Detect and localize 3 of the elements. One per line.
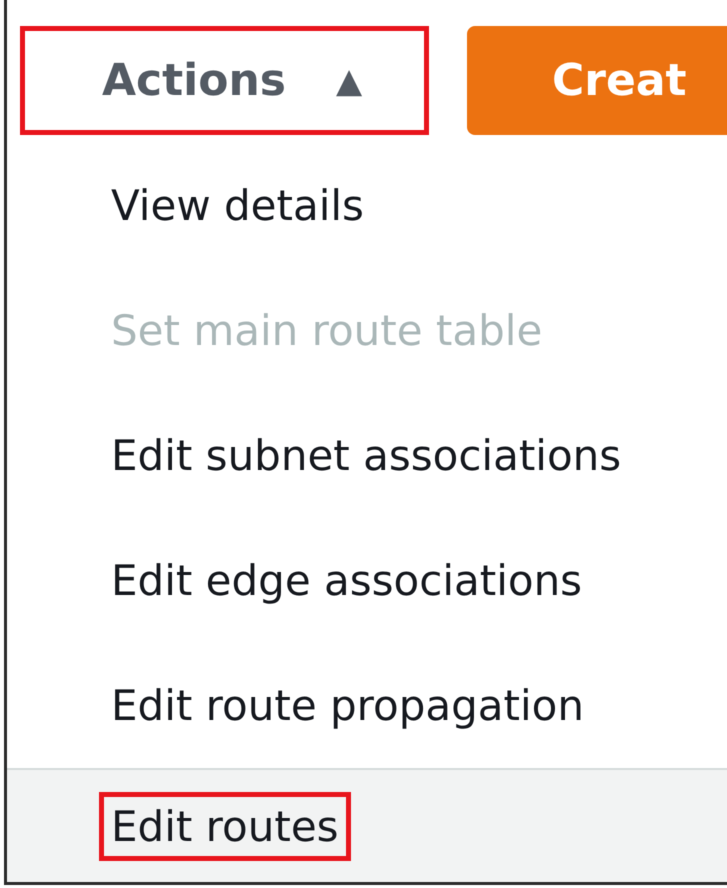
caret-icon: ▲ — [336, 60, 362, 100]
actions-button[interactable]: Actions ▲ — [20, 26, 429, 135]
menu-item[interactable]: Edit routes — [7, 768, 727, 882]
